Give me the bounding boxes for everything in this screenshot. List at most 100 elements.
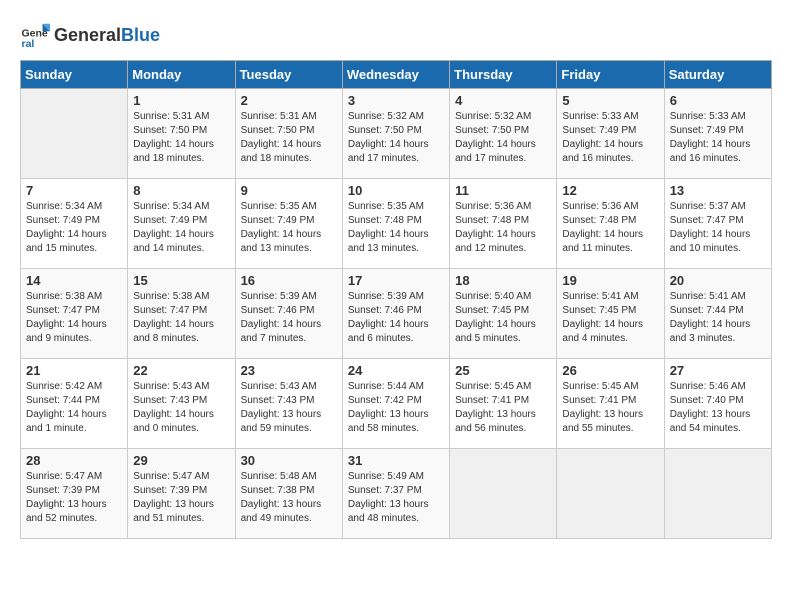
weekday-header: Thursday	[450, 61, 557, 89]
cell-info: Sunrise: 5:39 AM Sunset: 7:46 PM Dayligh…	[241, 290, 337, 346]
calendar-cell: 19Sunrise: 5:41 AM Sunset: 7:45 PM Dayli…	[557, 269, 664, 359]
day-number: 8	[133, 183, 229, 198]
calendar-cell: 1 Sunrise: 5:31 AM Sunset: 7:50 PM Daylig…	[128, 89, 235, 179]
cell-info: Sunrise: 5:42 AM Sunset: 7:44 PM Dayligh…	[26, 380, 122, 436]
day-number: 16	[241, 273, 337, 288]
day-number: 23	[241, 363, 337, 378]
cell-info: Sunrise: 5:37 AM Sunset: 7:47 PM Dayligh…	[670, 200, 766, 256]
calendar-week-row: 21Sunrise: 5:42 AM Sunset: 7:44 PM Dayli…	[21, 359, 772, 449]
weekday-header: Wednesday	[342, 61, 449, 89]
calendar-cell: 15 Sunrise: 5:38 AM Sunset: 7:47 PM Dayli…	[128, 269, 235, 359]
day-number: 29	[133, 453, 229, 468]
calendar-cell: 20 Sunrise: 5:41 AM Sunset: 7:44 PM Dayli…	[664, 269, 771, 359]
day-number: 27	[670, 363, 766, 378]
cell-info: Sunrise: 5:38 AM Sunset: 7:47 PM Dayligh…	[26, 290, 122, 346]
day-number: 4	[455, 93, 551, 108]
day-number: 12	[562, 183, 658, 198]
cell-info: Sunrise: 5:41 AM Sunset: 7:45 PM Dayligh…	[562, 290, 658, 346]
calendar-week-row: 7 Sunrise: 5:34 AM Sunset: 7:49 PM Daylig…	[21, 179, 772, 269]
weekday-header: Monday	[128, 61, 235, 89]
calendar-cell: 25 Sunrise: 5:45 AM Sunset: 7:41 PM Dayli…	[450, 359, 557, 449]
day-number: 25	[455, 363, 551, 378]
calendar-cell: 24Sunrise: 5:44 AM Sunset: 7:42 PM Dayli…	[342, 359, 449, 449]
calendar-cell: 31 Sunrise: 5:49 AM Sunset: 7:37 PM Dayli…	[342, 449, 449, 539]
calendar-cell: 5 Sunrise: 5:33 AM Sunset: 7:49 PM Daylig…	[557, 89, 664, 179]
logo-general: General	[54, 25, 121, 45]
calendar-week-row: 1 Sunrise: 5:31 AM Sunset: 7:50 PM Daylig…	[21, 89, 772, 179]
day-number: 20	[670, 273, 766, 288]
calendar-week-row: 14 Sunrise: 5:38 AM Sunset: 7:47 PM Dayli…	[21, 269, 772, 359]
day-number: 15	[133, 273, 229, 288]
calendar-cell: 17 Sunrise: 5:39 AM Sunset: 7:46 PM Dayli…	[342, 269, 449, 359]
page-header: Gene ral GeneralBlue	[20, 20, 772, 50]
day-number: 22	[133, 363, 229, 378]
day-number: 13	[670, 183, 766, 198]
calendar-cell	[557, 449, 664, 539]
day-number: 11	[455, 183, 551, 198]
day-number: 18	[455, 273, 551, 288]
cell-info: Sunrise: 5:36 AM Sunset: 7:48 PM Dayligh…	[562, 200, 658, 256]
calendar-cell: 11 Sunrise: 5:36 AM Sunset: 7:48 PM Dayli…	[450, 179, 557, 269]
day-number: 7	[26, 183, 122, 198]
day-number: 30	[241, 453, 337, 468]
day-number: 9	[241, 183, 337, 198]
cell-info: Sunrise: 5:44 AM Sunset: 7:42 PM Dayligh…	[348, 380, 444, 436]
cell-info: Sunrise: 5:43 AM Sunset: 7:43 PM Dayligh…	[241, 380, 337, 436]
calendar-cell: 22 Sunrise: 5:43 AM Sunset: 7:43 PM Dayli…	[128, 359, 235, 449]
calendar-cell: 9 Sunrise: 5:35 AM Sunset: 7:49 PM Daylig…	[235, 179, 342, 269]
cell-info: Sunrise: 5:43 AM Sunset: 7:43 PM Dayligh…	[133, 380, 229, 436]
cell-info: Sunrise: 5:34 AM Sunset: 7:49 PM Dayligh…	[133, 200, 229, 256]
logo-blue: Blue	[121, 25, 160, 45]
calendar-cell: 18 Sunrise: 5:40 AM Sunset: 7:45 PM Dayli…	[450, 269, 557, 359]
calendar-cell: 26Sunrise: 5:45 AM Sunset: 7:41 PM Dayli…	[557, 359, 664, 449]
cell-info: Sunrise: 5:31 AM Sunset: 7:50 PM Dayligh…	[133, 110, 229, 166]
calendar-cell: 4 Sunrise: 5:32 AM Sunset: 7:50 PM Daylig…	[450, 89, 557, 179]
day-number: 14	[26, 273, 122, 288]
day-number: 3	[348, 93, 444, 108]
cell-info: Sunrise: 5:38 AM Sunset: 7:47 PM Dayligh…	[133, 290, 229, 346]
cell-info: Sunrise: 5:48 AM Sunset: 7:38 PM Dayligh…	[241, 470, 337, 526]
day-number: 31	[348, 453, 444, 468]
cell-info: Sunrise: 5:40 AM Sunset: 7:45 PM Dayligh…	[455, 290, 551, 346]
cell-info: Sunrise: 5:34 AM Sunset: 7:49 PM Dayligh…	[26, 200, 122, 256]
cell-info: Sunrise: 5:41 AM Sunset: 7:44 PM Dayligh…	[670, 290, 766, 346]
calendar-cell	[450, 449, 557, 539]
day-number: 28	[26, 453, 122, 468]
calendar-table: SundayMondayTuesdayWednesdayThursdayFrid…	[20, 60, 772, 539]
calendar-cell: 27 Sunrise: 5:46 AM Sunset: 7:40 PM Dayli…	[664, 359, 771, 449]
cell-info: Sunrise: 5:32 AM Sunset: 7:50 PM Dayligh…	[455, 110, 551, 166]
day-number: 1	[133, 93, 229, 108]
calendar-cell: 29 Sunrise: 5:47 AM Sunset: 7:39 PM Dayli…	[128, 449, 235, 539]
calendar-cell: 13 Sunrise: 5:37 AM Sunset: 7:47 PM Dayli…	[664, 179, 771, 269]
cell-info: Sunrise: 5:39 AM Sunset: 7:46 PM Dayligh…	[348, 290, 444, 346]
cell-info: Sunrise: 5:35 AM Sunset: 7:49 PM Dayligh…	[241, 200, 337, 256]
day-number: 10	[348, 183, 444, 198]
calendar-cell: 14 Sunrise: 5:38 AM Sunset: 7:47 PM Dayli…	[21, 269, 128, 359]
weekday-header: Saturday	[664, 61, 771, 89]
calendar-cell: 12 Sunrise: 5:36 AM Sunset: 7:48 PM Dayli…	[557, 179, 664, 269]
calendar-cell: 2Sunrise: 5:31 AM Sunset: 7:50 PM Daylig…	[235, 89, 342, 179]
calendar-week-row: 28 Sunrise: 5:47 AM Sunset: 7:39 PM Dayli…	[21, 449, 772, 539]
cell-info: Sunrise: 5:36 AM Sunset: 7:48 PM Dayligh…	[455, 200, 551, 256]
calendar-cell: 30 Sunrise: 5:48 AM Sunset: 7:38 PM Dayli…	[235, 449, 342, 539]
cell-info: Sunrise: 5:35 AM Sunset: 7:48 PM Dayligh…	[348, 200, 444, 256]
weekday-header: Sunday	[21, 61, 128, 89]
cell-info: Sunrise: 5:49 AM Sunset: 7:37 PM Dayligh…	[348, 470, 444, 526]
cell-info: Sunrise: 5:47 AM Sunset: 7:39 PM Dayligh…	[133, 470, 229, 526]
cell-info: Sunrise: 5:45 AM Sunset: 7:41 PM Dayligh…	[455, 380, 551, 436]
day-number: 5	[562, 93, 658, 108]
day-number: 17	[348, 273, 444, 288]
day-number: 26	[562, 363, 658, 378]
calendar-cell: 16 Sunrise: 5:39 AM Sunset: 7:46 PM Dayli…	[235, 269, 342, 359]
calendar-cell: 10 Sunrise: 5:35 AM Sunset: 7:48 PM Dayli…	[342, 179, 449, 269]
calendar-cell: 7 Sunrise: 5:34 AM Sunset: 7:49 PM Daylig…	[21, 179, 128, 269]
weekday-header: Tuesday	[235, 61, 342, 89]
cell-info: Sunrise: 5:31 AM Sunset: 7:50 PM Dayligh…	[241, 110, 337, 166]
weekday-header: Friday	[557, 61, 664, 89]
calendar-cell: 6Sunrise: 5:33 AM Sunset: 7:49 PM Daylig…	[664, 89, 771, 179]
cell-info: Sunrise: 5:46 AM Sunset: 7:40 PM Dayligh…	[670, 380, 766, 436]
cell-info: Sunrise: 5:33 AM Sunset: 7:49 PM Dayligh…	[562, 110, 658, 166]
calendar-cell: 21Sunrise: 5:42 AM Sunset: 7:44 PM Dayli…	[21, 359, 128, 449]
logo[interactable]: Gene ral GeneralBlue	[20, 20, 160, 50]
day-number: 6	[670, 93, 766, 108]
